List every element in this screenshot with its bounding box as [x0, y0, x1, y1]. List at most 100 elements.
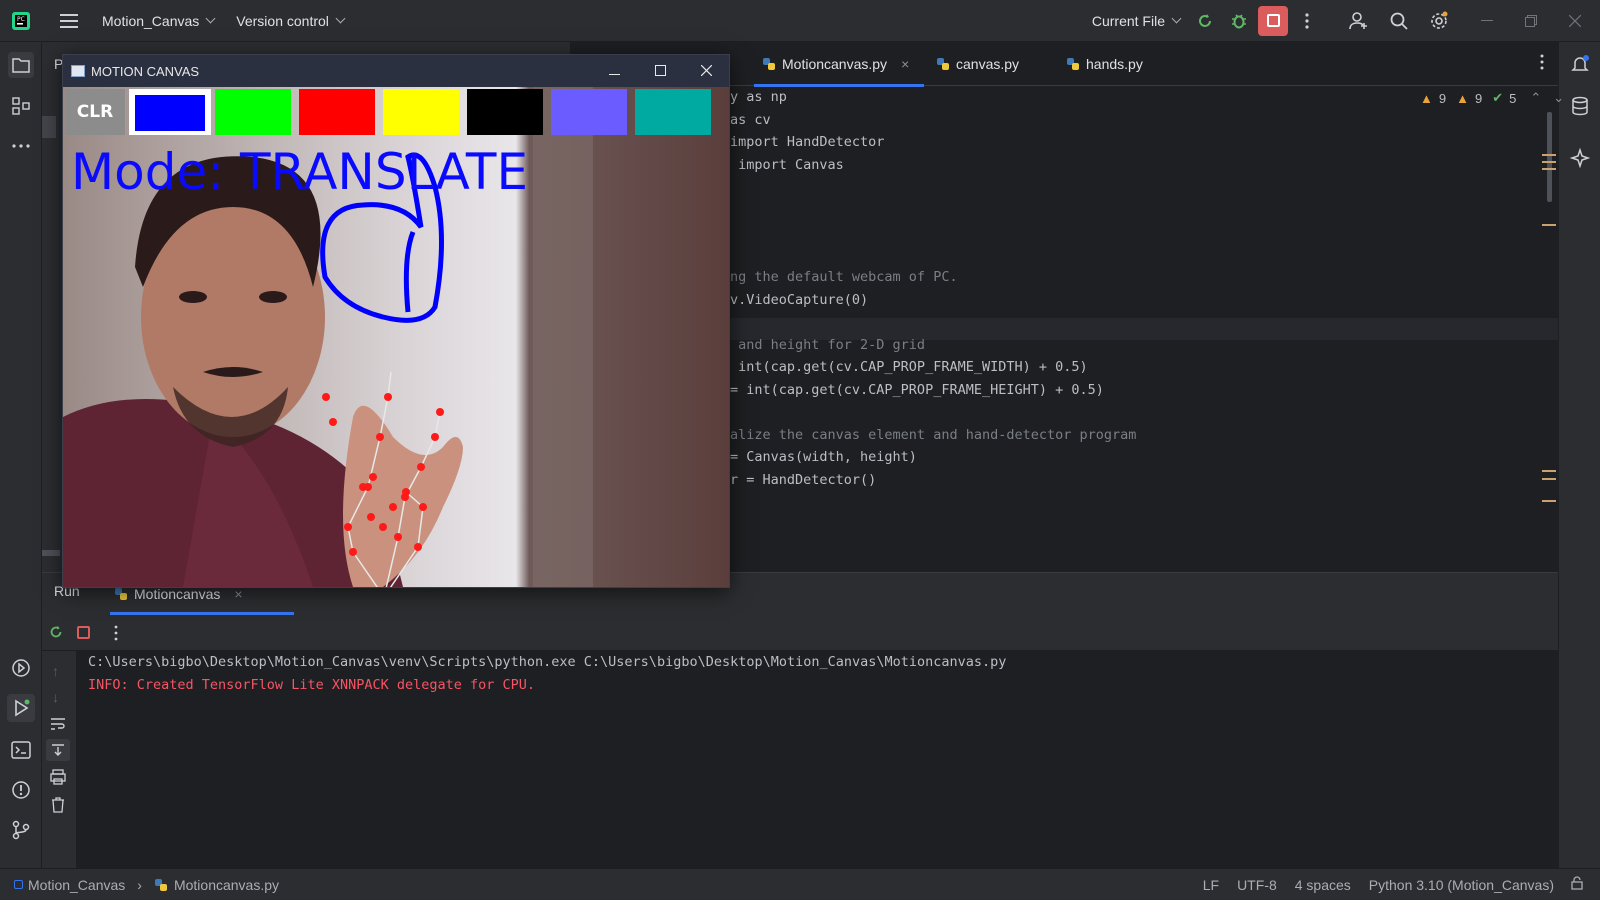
close-window-icon[interactable] — [1558, 4, 1592, 38]
scroll-to-end-icon[interactable] — [46, 739, 70, 761]
stop-icon[interactable] — [77, 626, 90, 639]
color-swatch[interactable] — [135, 95, 205, 131]
close-tab-icon[interactable]: × — [901, 56, 909, 72]
code-line: ng the default webcam of PC. — [730, 269, 958, 285]
more-actions-icon[interactable] — [114, 625, 118, 644]
settings-gear-icon[interactable] — [1422, 4, 1456, 38]
notifications-bell-icon[interactable] — [1568, 52, 1592, 76]
python-file-icon — [115, 588, 127, 600]
horizontal-scrollbar[interactable] — [42, 550, 60, 556]
rerun-icon[interactable] — [1188, 4, 1222, 38]
maximize-icon[interactable] — [637, 64, 683, 79]
database-icon[interactable] — [1568, 94, 1592, 118]
prev-highlight-icon[interactable]: ⌃ — [1530, 90, 1541, 106]
file-encoding[interactable]: UTF-8 — [1237, 877, 1277, 893]
run-config-selector[interactable]: Current File — [1091, 0, 1182, 42]
clear-button[interactable]: CLR — [65, 89, 125, 135]
code-line: int(cap.get(cv.CAP_PROP_FRAME_WIDTH) + 0… — [730, 359, 1088, 375]
project-switcher[interactable]: Motion_Canvas — [102, 0, 216, 42]
minimize-icon[interactable] — [591, 64, 637, 79]
more-actions-icon[interactable] — [1290, 4, 1324, 38]
code-line: import Canvas — [730, 156, 844, 173]
tab-hands[interactable]: hands.py — [1058, 42, 1168, 86]
warning-count: 9 — [1438, 90, 1447, 106]
stop-icon — [1258, 5, 1288, 36]
chevron-down-icon — [205, 13, 216, 24]
status-bar: Motion_Canvas › Motioncanvas.py LF UTF-8… — [0, 868, 1600, 900]
line-separator[interactable]: LF — [1203, 877, 1219, 893]
minimize-window-icon[interactable] — [1470, 4, 1504, 38]
code-line: = int(cap.get(cv.CAP_PROP_FRAME_HEIGHT) … — [730, 381, 1104, 398]
console-output[interactable]: C:\Users\bigbo\Desktop\Motion_Canvas\ven… — [76, 651, 1558, 869]
console-line: C:\Users\bigbo\Desktop\Motion_Canvas\ven… — [88, 654, 1007, 670]
print-icon[interactable] — [50, 769, 66, 788]
search-icon[interactable] — [1382, 4, 1416, 38]
more-tools-icon[interactable] — [9, 134, 33, 158]
rerun-icon[interactable] — [48, 624, 64, 643]
breadcrumb-project[interactable]: Motion_Canvas — [28, 877, 125, 893]
warning-marker — [1542, 168, 1556, 170]
window-title: MOTION CANVAS — [91, 63, 200, 79]
clear-label: CLR — [76, 102, 114, 122]
webcam-feed[interactable]: Mode: TRANSLATE CLR — [63, 87, 729, 587]
editor-scrollbar[interactable] — [1547, 112, 1552, 202]
weak-warning-icon: ▲ — [1456, 90, 1469, 106]
breadcrumb: Motion_Canvas › Motioncanvas.py — [14, 877, 279, 893]
python-file-icon — [763, 58, 775, 70]
project-folder-icon[interactable] — [8, 52, 34, 78]
tab-options-icon[interactable] — [1540, 54, 1544, 73]
warning-marker — [1542, 224, 1556, 226]
inspections-widget[interactable]: ▲ 9 ▲ 9 ✔ 5 ⌃ ⌄ — [1420, 90, 1564, 106]
ai-assistant-icon[interactable] — [1568, 146, 1592, 170]
code-line: as cv — [730, 111, 771, 128]
soft-wrap-icon[interactable] — [50, 717, 66, 734]
run-config-label: Current File — [1091, 12, 1165, 29]
console-side-toolbar: ↑ ↓ — [42, 651, 76, 869]
code-line: alize the canvas element and hand-detect… — [730, 426, 1137, 443]
svg-text:PC: PC — [17, 16, 25, 23]
color-swatch[interactable] — [215, 89, 291, 135]
stop-button[interactable] — [1256, 4, 1290, 38]
code-line: v.VideoCapture(0) — [730, 291, 869, 308]
git-branch-icon[interactable] — [9, 818, 33, 842]
services-icon[interactable] — [9, 656, 33, 680]
problems-icon[interactable] — [9, 778, 33, 802]
lock-icon[interactable] — [1570, 876, 1584, 893]
color-swatch[interactable] — [383, 89, 459, 135]
tab-label: hands.py — [1086, 56, 1143, 72]
debug-icon[interactable] — [1222, 4, 1256, 38]
python-file-icon — [1067, 58, 1079, 70]
terminal-icon[interactable] — [9, 738, 33, 762]
python-file-icon — [154, 878, 167, 891]
motion-canvas-titlebar[interactable]: MOTION CANVAS — [63, 55, 729, 87]
left-tool-rail — [0, 42, 42, 868]
pycharm-logo-icon[interactable]: PC — [4, 4, 38, 38]
indent-setting[interactable]: 4 spaces — [1295, 877, 1351, 893]
vcs-menu[interactable]: Version control — [236, 0, 346, 42]
trash-icon[interactable] — [50, 797, 66, 816]
close-tab-icon[interactable]: × — [234, 586, 242, 602]
breadcrumb-file[interactable]: Motioncanvas.py — [174, 877, 279, 893]
python-interpreter[interactable]: Python 3.10 (Motion_Canvas) — [1369, 877, 1554, 893]
color-swatch[interactable] — [467, 89, 543, 135]
motion-canvas-window[interactable]: MOTION CANVAS Mode: TRANSLATE CLR — [62, 54, 730, 588]
structure-icon[interactable] — [9, 94, 33, 118]
code-line: = Canvas(width, height) — [730, 449, 917, 465]
tab-label: canvas.py — [956, 56, 1020, 72]
close-icon[interactable] — [683, 64, 729, 79]
ok-check-icon: ✔ — [1492, 90, 1504, 105]
tab-canvas[interactable]: canvas.py — [928, 42, 1038, 86]
right-tool-rail — [1558, 42, 1600, 868]
run-tool-icon[interactable] — [7, 694, 35, 722]
main-menu-icon[interactable] — [52, 4, 86, 38]
tab-motioncanvas[interactable]: Motioncanvas.py × — [754, 42, 924, 87]
down-arrow-icon[interactable]: ↓ — [52, 689, 59, 705]
warning-marker — [1542, 478, 1556, 480]
up-arrow-icon[interactable]: ↑ — [52, 663, 59, 679]
add-user-icon[interactable] — [1342, 4, 1376, 38]
color-swatch[interactable] — [299, 89, 375, 135]
next-highlight-icon[interactable]: ⌄ — [1553, 90, 1564, 106]
color-swatch[interactable] — [635, 89, 711, 135]
restore-window-icon[interactable] — [1514, 4, 1548, 38]
color-swatch[interactable] — [551, 89, 627, 135]
